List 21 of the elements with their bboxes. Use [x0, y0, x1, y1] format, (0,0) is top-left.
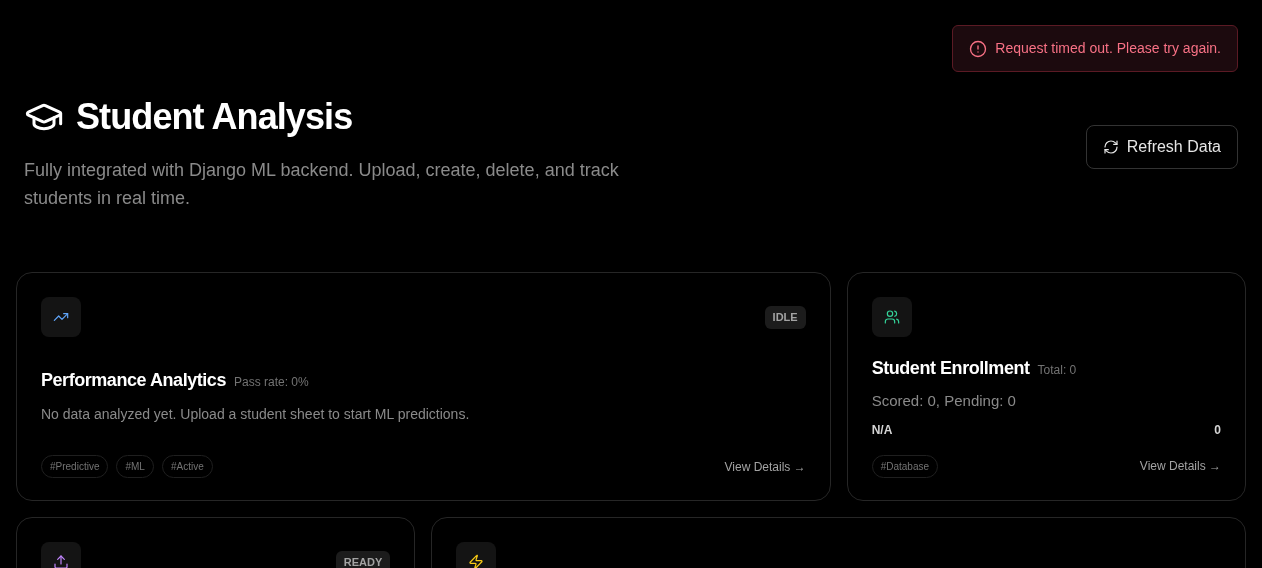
card-description: No data analyzed yet. Upload a student sheet to start ML predictions.: [41, 405, 471, 424]
stat-value: 0: [1214, 421, 1221, 439]
status-badge: READY: [335, 551, 391, 568]
alert-icon: [969, 39, 988, 58]
card-title: Performance Analytics: [41, 369, 226, 392]
card-subtitle: Total: 0: [1037, 362, 1077, 379]
page-title: Student Analysis: [76, 95, 353, 139]
refresh-button[interactable]: Refresh Data: [1085, 125, 1238, 169]
page-description: Fully integrated with Django ML backend. Upload, create, delete, and track students in real time.: [24, 159, 620, 210]
users-icon: [883, 309, 900, 325]
view-details-link[interactable]: View Details →: [724, 457, 806, 476]
card-subtitle: Pass rate: 0%: [233, 374, 309, 391]
upload-icon: [53, 554, 69, 568]
view-details-link[interactable]: View Details →: [1139, 457, 1221, 475]
stat-label: N/A: [871, 421, 893, 439]
refresh-icon: [1102, 139, 1119, 155]
lightning-icon: [468, 554, 485, 568]
status-badge: IDLE: [764, 306, 806, 329]
card-title: Student Enrollment: [871, 357, 1030, 380]
toast-message: Request timed out. Please try again.: [995, 39, 1221, 58]
card-description: Scored: 0, Pending: 0: [871, 391, 1017, 411]
